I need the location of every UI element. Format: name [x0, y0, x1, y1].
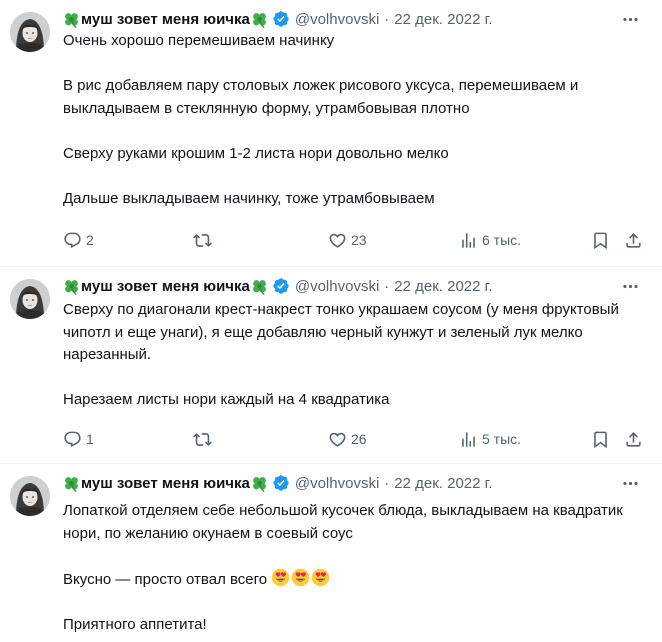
like-icon — [328, 231, 347, 250]
author-name[interactable]: муш зовет меня юичка — [81, 475, 250, 492]
tweet-paragraph: Приятного аппетита! — [63, 615, 207, 633]
like-button[interactable]: 23 — [328, 231, 367, 250]
four-leaf-clover-icon — [63, 11, 80, 28]
views-button[interactable]: 6 тыс. — [459, 231, 521, 250]
tweet-paragraph-text: Вкусно — просто отвал всего — [63, 570, 268, 588]
share-button[interactable] — [624, 231, 643, 250]
tweet[interactable]: муш зовет меня юичка @volhvovski · 22 де… — [0, 0, 662, 266]
author-handle[interactable]: @volhvovski — [295, 11, 379, 28]
more-icon[interactable] — [620, 276, 640, 296]
reply-count: 1 — [86, 431, 94, 447]
avatar[interactable] — [10, 12, 50, 52]
separator-dot: · — [384, 277, 390, 295]
avatar[interactable] — [10, 476, 50, 516]
author-handle[interactable]: @volhvovski — [295, 475, 379, 492]
verified-icon[interactable] — [272, 474, 290, 492]
tweet-date[interactable]: 22 дек. 2022 г. — [394, 475, 492, 492]
reply-button[interactable]: 2 — [63, 231, 94, 250]
heart-eyes-emoji-icon — [311, 568, 330, 587]
bookmark-button[interactable] — [591, 231, 610, 250]
repost-button[interactable] — [193, 430, 216, 449]
repost-icon — [193, 231, 212, 250]
four-leaf-clover-icon — [251, 278, 268, 295]
views-button[interactable]: 5 тыс. — [459, 430, 521, 449]
like-button[interactable]: 26 — [328, 430, 367, 449]
verified-icon[interactable] — [272, 277, 290, 295]
tweet-header: муш зовет меня юичка @volhvovski · 22 де… — [63, 275, 492, 297]
tweet-actions: 1 26 5 тыс. — [63, 427, 643, 451]
tweet-paragraph: Сверху руками крошим 1-2 листа нори дово… — [63, 144, 449, 162]
tweet-header: муш зовет меня юичка @volhvovski · 22 де… — [63, 8, 492, 30]
tweet-paragraph: Дальше выкладываем начинку, тоже утрамбо… — [63, 189, 435, 207]
separator-dot: · — [384, 474, 390, 492]
tweet[interactable]: муш зовет меня юичка @volhvovski · 22 де… — [0, 464, 662, 642]
repost-icon — [193, 430, 212, 449]
author-name[interactable]: муш зовет меня юичка — [81, 11, 250, 28]
like-count: 23 — [351, 232, 367, 248]
reply-icon — [63, 231, 82, 250]
share-icon — [624, 430, 643, 449]
tweet-paragraph: В рис добавляем пару столовых ложек рисо… — [63, 77, 579, 117]
views-count: 6 тыс. — [482, 232, 522, 248]
share-button[interactable] — [624, 430, 643, 449]
tweet-paragraph: Очень хорошо перемешиваем начинку — [63, 32, 335, 49]
tweet-text: Очень хорошо перемешиваем начинку В рис … — [63, 30, 638, 210]
tweet-paragraph: Лопаткой отделяем себе небольшой кусочек… — [63, 502, 623, 542]
tweet-text: Лопаткой отделяем себе небольшой кусочек… — [63, 500, 638, 636]
author-handle[interactable]: @volhvovski — [295, 278, 379, 295]
tweet[interactable]: муш зовет меня юичка @volhvovski · 22 де… — [0, 267, 662, 463]
reply-button[interactable]: 1 — [63, 430, 94, 449]
tweet-paragraph: Вкусно — просто отвал всего — [63, 568, 638, 592]
more-icon[interactable] — [620, 9, 640, 29]
tweet-date[interactable]: 22 дек. 2022 г. — [394, 278, 492, 295]
tweet-paragraph: Сверху по диагонали крест-накрест тонко … — [63, 301, 619, 363]
four-leaf-clover-icon — [251, 11, 268, 28]
avatar[interactable] — [10, 279, 50, 319]
four-leaf-clover-icon — [251, 475, 268, 492]
heart-eyes-emoji-icon — [291, 568, 310, 587]
tweet-date[interactable]: 22 дек. 2022 г. — [394, 11, 492, 28]
bookmark-icon — [591, 231, 610, 250]
views-icon — [459, 231, 478, 250]
four-leaf-clover-icon — [63, 475, 80, 492]
bookmark-button[interactable] — [591, 430, 610, 449]
bookmark-icon — [591, 430, 610, 449]
tweet-text: Сверху по диагонали крест-накрест тонко … — [63, 299, 638, 412]
separator-dot: · — [384, 10, 390, 28]
tweet-paragraph: Нарезаем листы нори каждый на 4 квадрати… — [63, 391, 390, 408]
share-icon — [624, 231, 643, 250]
like-icon — [328, 430, 347, 449]
verified-icon[interactable] — [272, 10, 290, 28]
tweet-actions: 2 23 6 тыс. — [63, 228, 643, 252]
tweet-header: муш зовет меня юичка @volhvovski · 22 де… — [63, 472, 492, 494]
author-name[interactable]: муш зовет меня юичка — [81, 278, 250, 295]
views-count: 5 тыс. — [482, 431, 522, 447]
reply-icon — [63, 430, 82, 449]
more-icon[interactable] — [620, 473, 640, 493]
reply-count: 2 — [86, 232, 94, 248]
heart-eyes-emoji-icon — [271, 568, 290, 587]
like-count: 26 — [351, 431, 367, 447]
repost-button[interactable] — [193, 231, 216, 250]
views-icon — [459, 430, 478, 449]
four-leaf-clover-icon — [63, 278, 80, 295]
